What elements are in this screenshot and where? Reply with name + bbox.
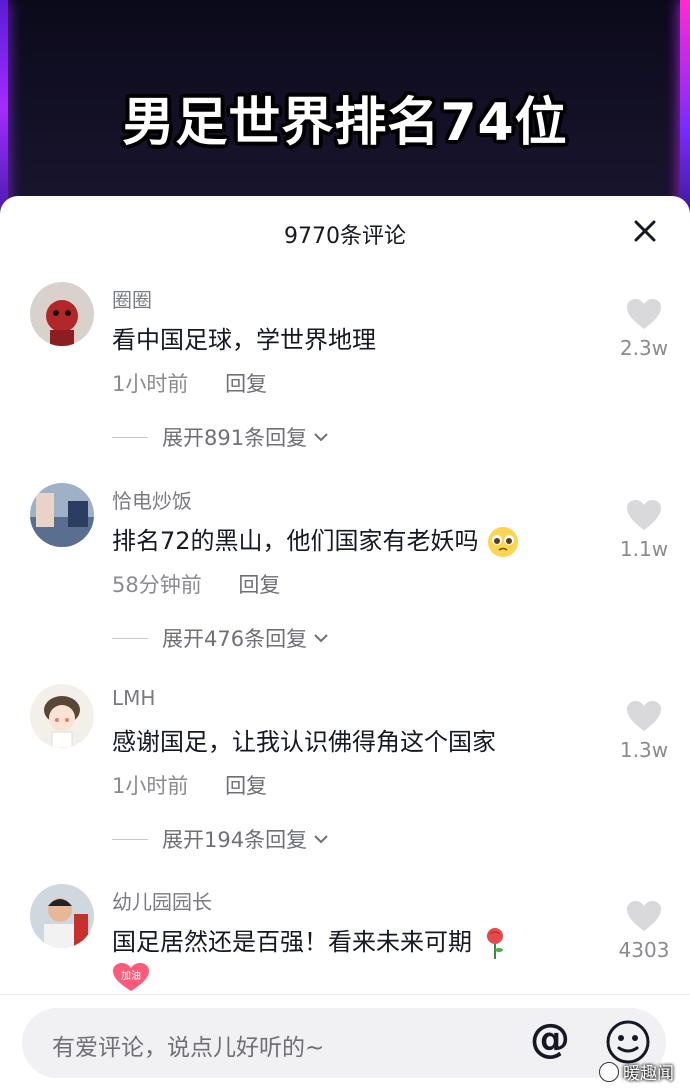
avatar[interactable]	[30, 884, 94, 948]
like-count: 1.1w	[619, 537, 669, 561]
comment-meta: 58分钟前 回复	[112, 569, 280, 599]
divider	[112, 637, 148, 639]
comment-meta: 1小时前 回复	[112, 770, 267, 800]
expand-replies-label: 展开891条回复	[162, 426, 308, 450]
video-title: 男足世界排名74位	[122, 93, 568, 153]
chevron-down-icon	[314, 835, 328, 844]
reply-button[interactable]: 回复	[225, 774, 267, 798]
pleading-face-emoji	[488, 527, 519, 557]
expand-replies-button[interactable]: 展开476条回复	[112, 623, 331, 653]
comment-username[interactable]: LMH	[112, 686, 155, 710]
comment-input-bar: 有爱评论，说点儿好听的~ @ 暖趣闻	[0, 994, 690, 1089]
at-mention-icon[interactable]: @	[530, 1016, 570, 1062]
comments-header: 9770条评论	[0, 196, 690, 272]
like-count: 2.3w	[619, 336, 669, 360]
sticker-label: 加油	[121, 969, 141, 982]
rose-emoji	[486, 928, 503, 959]
input-placeholder: 有爱评论，说点儿好听的~	[52, 1035, 325, 1061]
comment-text[interactable]: 排名72的黑山，他们国家有老妖吗	[112, 521, 520, 559]
comment-text-content: 国足居然还是百强！看来未来可期	[112, 928, 472, 956]
wechat-icon	[599, 1061, 619, 1082]
avatar[interactable]	[30, 483, 94, 547]
avatar[interactable]	[30, 684, 94, 748]
like-button[interactable]: 1.3w	[614, 700, 674, 762]
video-background: 男足世界排名74位	[0, 0, 690, 215]
heart-icon	[627, 701, 661, 731]
expand-replies-button[interactable]: 展开194条回复	[112, 824, 331, 854]
reply-button[interactable]: 回复	[225, 372, 267, 396]
divider	[112, 436, 148, 438]
chevron-down-icon	[314, 634, 328, 643]
like-button[interactable]: 4303	[614, 900, 674, 962]
reply-button[interactable]: 回复	[238, 573, 280, 597]
like-count: 1.3w	[619, 738, 669, 762]
comment-text-content: 排名72的黑山，他们国家有老妖吗	[112, 527, 479, 555]
heart-icon	[627, 500, 661, 530]
like-count: 4303	[618, 938, 670, 962]
like-button[interactable]: 1.1w	[614, 499, 674, 561]
close-icon[interactable]	[630, 216, 660, 246]
comment-username[interactable]: 圈圈	[112, 284, 152, 313]
comment-text[interactable]: 国足居然还是百强！看来未来可期	[112, 922, 510, 960]
chevron-down-icon	[314, 433, 328, 442]
avatar[interactable]	[30, 282, 94, 346]
divider	[112, 838, 148, 840]
heart-icon	[627, 299, 661, 329]
sticker-emoji: 加油	[112, 962, 150, 996]
expand-replies-label: 展开194条回复	[162, 828, 308, 852]
expand-replies-button[interactable]: 展开891条回复	[112, 422, 331, 452]
comment-time: 1小时前	[112, 774, 189, 798]
comment-time: 58分钟前	[112, 573, 202, 597]
comment-meta: 1小时前 回复	[112, 368, 267, 398]
comment-count: 9770条评论	[284, 224, 406, 249]
comment-input[interactable]: 有爱评论，说点儿好听的~ @	[22, 1008, 666, 1078]
comment-text[interactable]: 感谢国足，让我认识佛得角这个国家	[112, 722, 496, 757]
expand-replies-label: 展开476条回复	[162, 627, 308, 651]
heart-icon	[627, 901, 661, 931]
comment-username[interactable]: 幼儿园园长	[112, 886, 212, 915]
watermark: 暖趣闻	[599, 1059, 674, 1084]
like-button[interactable]: 2.3w	[614, 298, 674, 360]
comment-text[interactable]: 看中国足球，学世界地理	[112, 320, 376, 355]
comment-time: 1小时前	[112, 372, 189, 396]
comment-username[interactable]: 恰电炒饭	[112, 485, 192, 514]
watermark-text: 暖趣闻	[623, 1064, 674, 1084]
